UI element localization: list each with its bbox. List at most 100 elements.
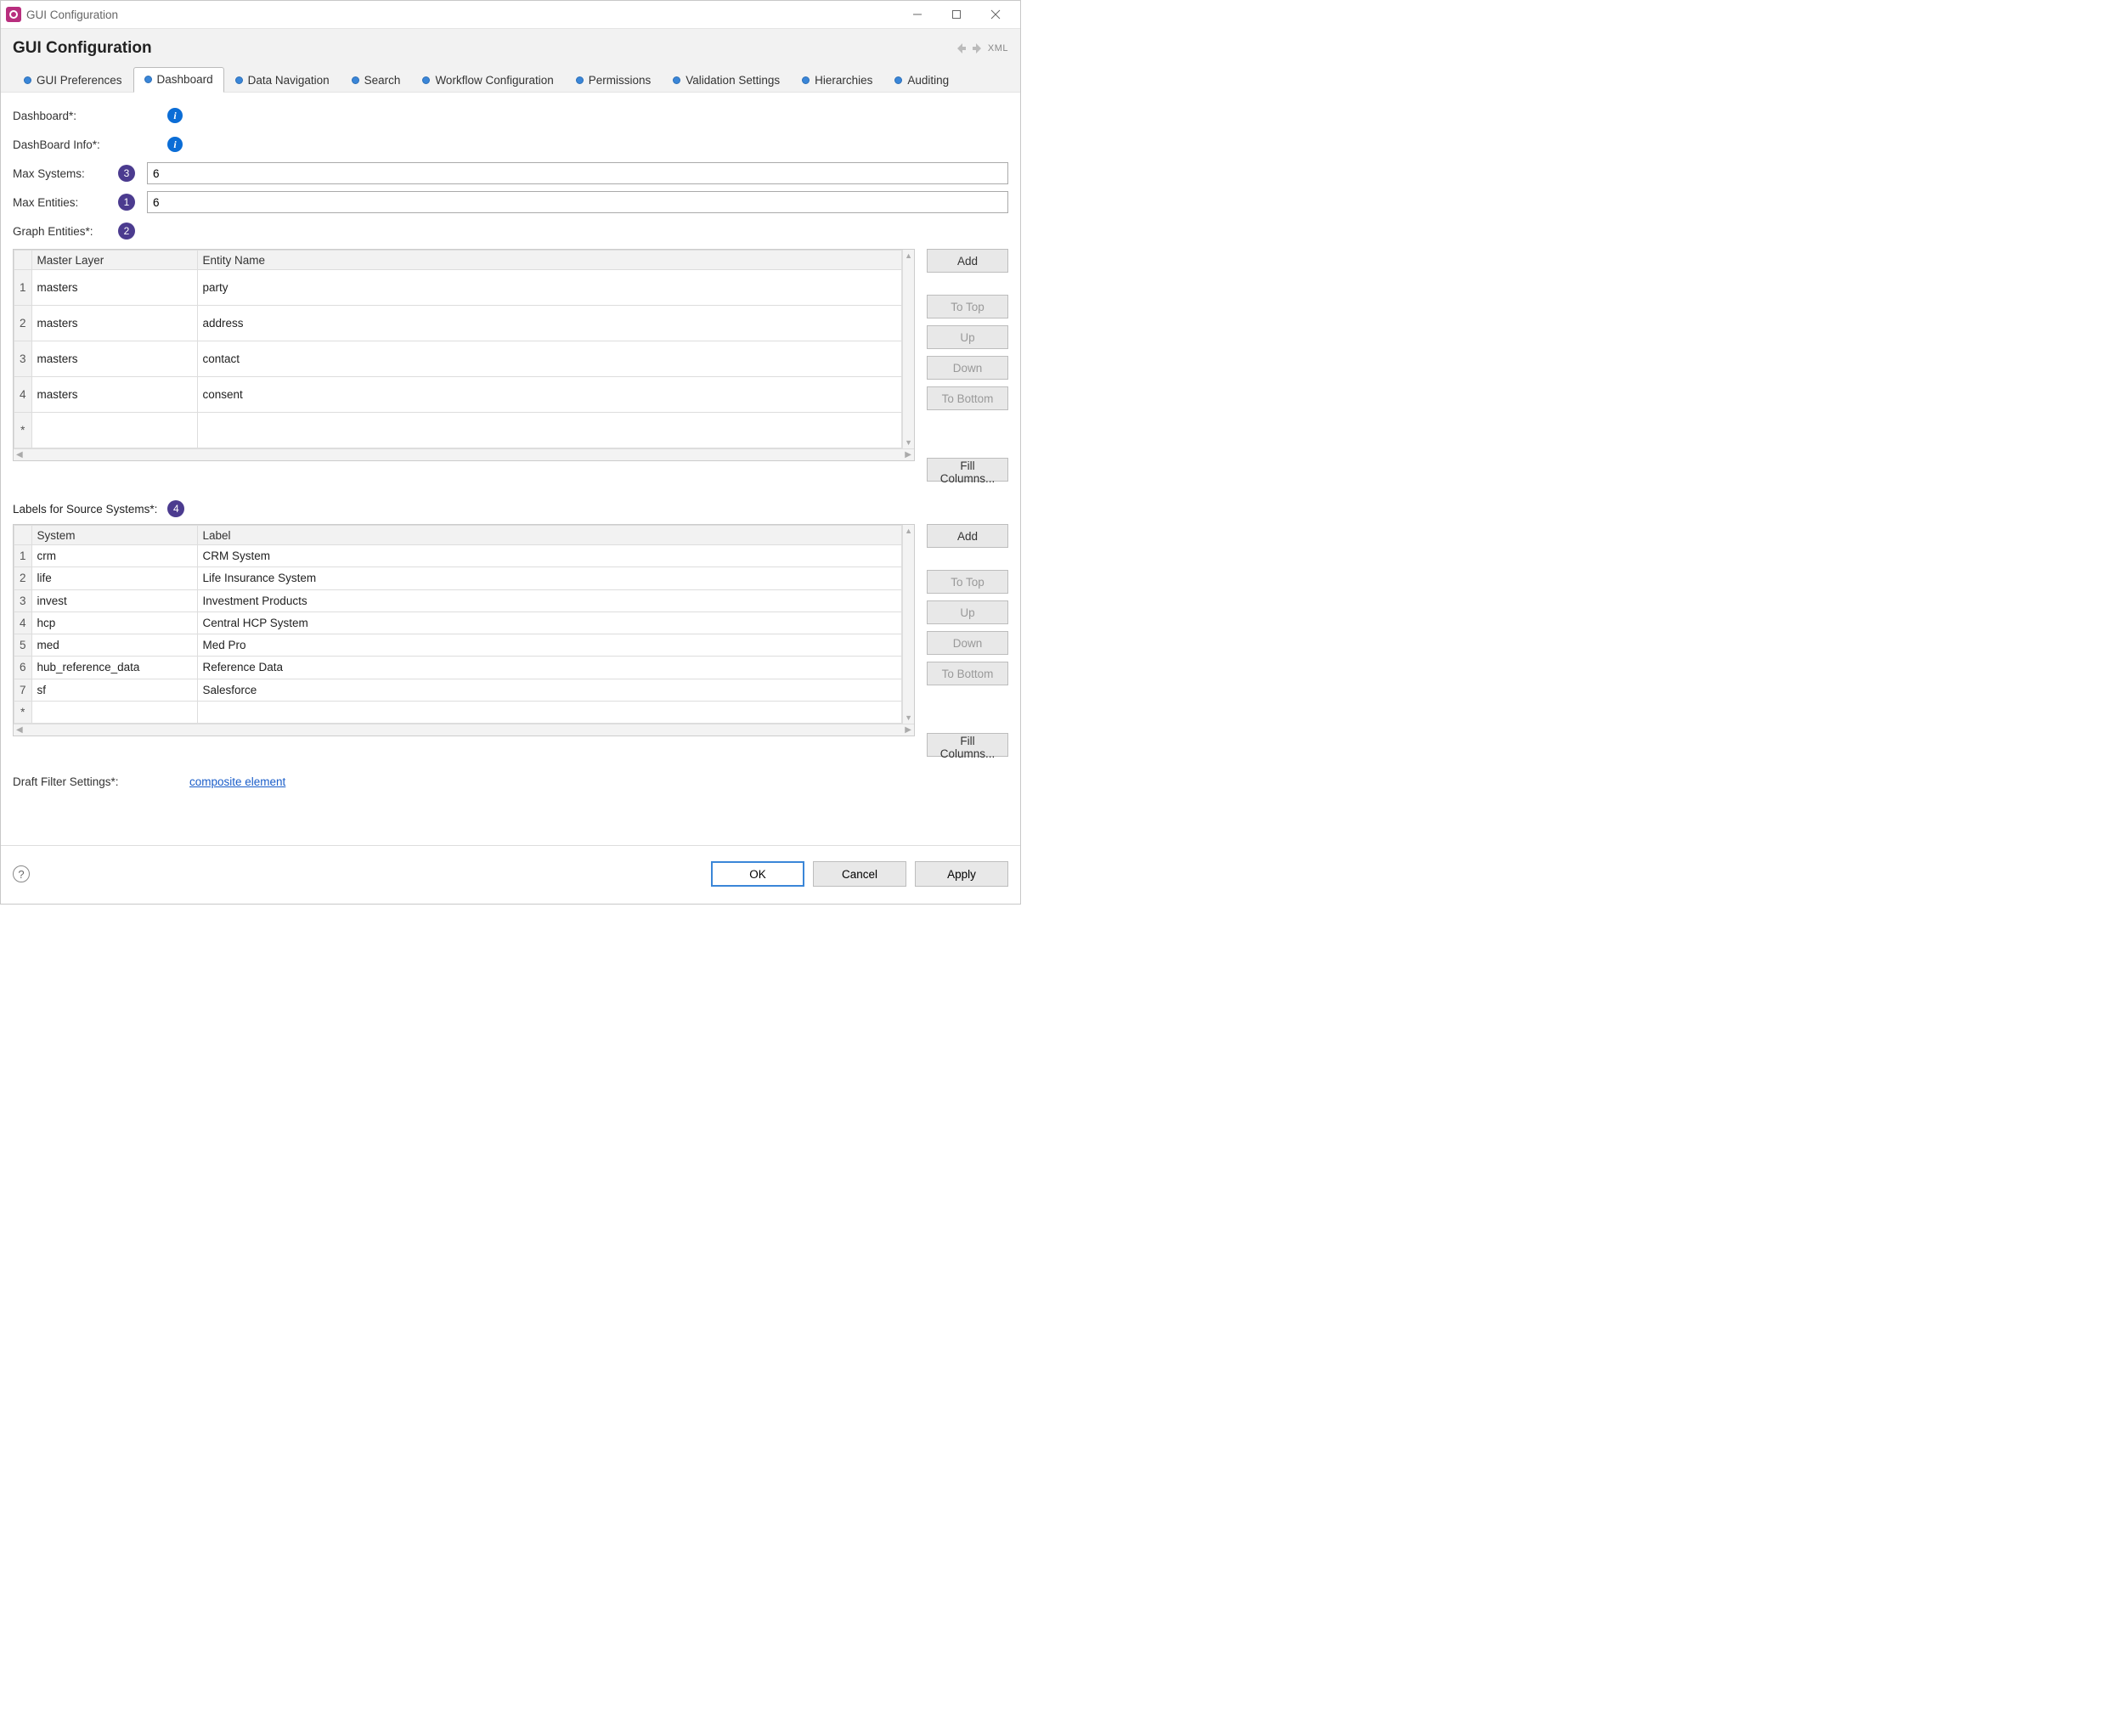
cell-entity-name[interactable]: contact (197, 341, 902, 377)
row-number: 7 (14, 679, 32, 701)
tab-dashboard[interactable]: Dashboard (133, 67, 224, 93)
tab-workflow-configuration[interactable]: Workflow Configuration (411, 67, 564, 93)
info-icon[interactable]: i (167, 137, 183, 152)
col-system[interactable]: System (31, 526, 197, 545)
source-systems-table[interactable]: System Label 1crmCRM System 2lifeLife In… (14, 525, 902, 724)
table-row-blank[interactable]: * (14, 701, 902, 723)
col-entity-name[interactable]: Entity Name (197, 251, 902, 270)
cell-master-layer[interactable]: masters (31, 270, 197, 306)
vertical-scrollbar[interactable]: ▲ ▼ (902, 525, 914, 724)
cell-entity-name[interactable]: consent (197, 377, 902, 413)
cell-system[interactable]: crm (31, 545, 197, 567)
graph-entities-table-wrap: Master Layer Entity Name 1mastersparty 2… (13, 249, 915, 461)
table-row[interactable]: 3investInvestment Products (14, 589, 902, 612)
cell-system[interactable]: hcp (31, 612, 197, 634)
cell-entity-name[interactable] (197, 413, 902, 448)
max-systems-input[interactable] (147, 162, 1008, 184)
up-button[interactable]: Up (927, 600, 1008, 624)
dot-icon (576, 76, 584, 84)
add-button[interactable]: Add (927, 524, 1008, 548)
close-button[interactable] (976, 2, 1015, 27)
forward-arrow-icon[interactable] (971, 42, 985, 55)
horizontal-scrollbar[interactable]: ◀▶ (14, 724, 914, 736)
xml-button[interactable]: XML (988, 43, 1008, 54)
table-row[interactable]: 4hcpCentral HCP System (14, 612, 902, 634)
vertical-scrollbar[interactable]: ▲ ▼ (902, 250, 914, 448)
down-button[interactable]: Down (927, 356, 1008, 380)
tab-hierarchies[interactable]: Hierarchies (791, 67, 883, 93)
cell-label[interactable]: CRM System (197, 545, 902, 567)
tab-content: Dashboard*: i DashBoard Info*: i Max Sys… (1, 93, 1020, 845)
composite-element-link[interactable]: composite element (189, 775, 285, 788)
scroll-up-icon[interactable]: ▲ (903, 250, 914, 262)
horizontal-scrollbar[interactable]: ◀▶ (14, 448, 914, 460)
to-top-button[interactable]: To Top (927, 570, 1008, 594)
table-row[interactable]: 1mastersparty (14, 270, 902, 306)
table-row[interactable]: 1crmCRM System (14, 545, 902, 567)
cell-system[interactable]: hub_reference_data (31, 657, 197, 679)
maximize-button[interactable] (937, 2, 976, 27)
table-row[interactable]: 6hub_reference_dataReference Data (14, 657, 902, 679)
cell-label[interactable] (197, 701, 902, 723)
scroll-right-icon[interactable]: ▶ (905, 450, 911, 459)
cell-entity-name[interactable]: address (197, 306, 902, 341)
scroll-up-icon[interactable]: ▲ (903, 525, 914, 537)
down-button[interactable]: Down (927, 631, 1008, 655)
ok-button[interactable]: OK (711, 861, 804, 887)
cell-label[interactable]: Life Insurance System (197, 567, 902, 589)
scroll-left-icon[interactable]: ◀ (16, 725, 23, 735)
cell-system[interactable]: med (31, 634, 197, 657)
cell-label[interactable]: Salesforce (197, 679, 902, 701)
cell-master-layer[interactable] (31, 413, 197, 448)
col-label[interactable]: Label (197, 526, 902, 545)
max-entities-input[interactable] (147, 191, 1008, 213)
minimize-button[interactable] (898, 2, 937, 27)
up-button[interactable]: Up (927, 325, 1008, 349)
table-row[interactable]: 2mastersaddress (14, 306, 902, 341)
table-row[interactable]: 5medMed Pro (14, 634, 902, 657)
cancel-button[interactable]: Cancel (813, 861, 906, 887)
cell-label[interactable]: Med Pro (197, 634, 902, 657)
to-top-button[interactable]: To Top (927, 295, 1008, 318)
tab-data-navigation[interactable]: Data Navigation (224, 67, 341, 93)
cell-system[interactable]: invest (31, 589, 197, 612)
to-bottom-button[interactable]: To Bottom (927, 386, 1008, 410)
cell-master-layer[interactable]: masters (31, 377, 197, 413)
graph-entities-table[interactable]: Master Layer Entity Name 1mastersparty 2… (14, 250, 902, 448)
back-arrow-icon[interactable] (954, 42, 968, 55)
scroll-left-icon[interactable]: ◀ (16, 450, 23, 459)
tab-auditing[interactable]: Auditing (883, 67, 960, 93)
cell-label[interactable]: Reference Data (197, 657, 902, 679)
fill-columns-button[interactable]: Fill Columns... (927, 733, 1008, 757)
table-row[interactable]: 4mastersconsent (14, 377, 902, 413)
table-row[interactable]: 7sfSalesforce (14, 679, 902, 701)
scroll-down-icon[interactable]: ▼ (903, 437, 914, 448)
tab-validation-settings[interactable]: Validation Settings (662, 67, 791, 93)
table-row-blank[interactable]: * (14, 413, 902, 448)
fill-columns-button[interactable]: Fill Columns... (927, 458, 1008, 482)
tab-label: GUI Preferences (37, 74, 122, 87)
cell-label[interactable]: Investment Products (197, 589, 902, 612)
table-row[interactable]: 2lifeLife Insurance System (14, 567, 902, 589)
to-bottom-button[interactable]: To Bottom (927, 662, 1008, 685)
cell-master-layer[interactable]: masters (31, 306, 197, 341)
cell-entity-name[interactable]: party (197, 270, 902, 306)
cell-master-layer[interactable]: masters (31, 341, 197, 377)
cell-label[interactable]: Central HCP System (197, 612, 902, 634)
col-master-layer[interactable]: Master Layer (31, 251, 197, 270)
table-row[interactable]: 3masterscontact (14, 341, 902, 377)
help-icon[interactable]: ? (13, 865, 30, 882)
scroll-down-icon[interactable]: ▼ (903, 712, 914, 724)
row-header-blank (14, 526, 32, 545)
apply-button[interactable]: Apply (915, 861, 1008, 887)
cell-system[interactable] (31, 701, 197, 723)
cell-system[interactable]: sf (31, 679, 197, 701)
scroll-right-icon[interactable]: ▶ (905, 725, 911, 735)
row-number: 1 (14, 270, 32, 306)
tab-permissions[interactable]: Permissions (565, 67, 663, 93)
tab-gui-preferences[interactable]: GUI Preferences (13, 67, 133, 93)
cell-system[interactable]: life (31, 567, 197, 589)
info-icon[interactable]: i (167, 108, 183, 123)
add-button[interactable]: Add (927, 249, 1008, 273)
tab-search[interactable]: Search (341, 67, 412, 93)
